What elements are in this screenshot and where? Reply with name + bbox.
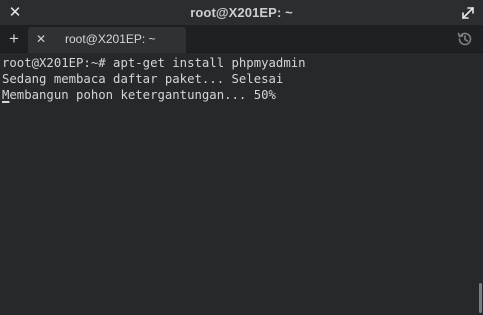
terminal-line: Membangun pohon ketergantungan... 50% bbox=[2, 88, 276, 102]
tab-bar: + ✕ root@X201EP: ~ bbox=[0, 25, 483, 53]
terminal-output[interactable]: root@X201EP:~# apt-get install phpmyadmi… bbox=[0, 54, 483, 315]
scrollbar[interactable] bbox=[477, 54, 483, 315]
window-title: root@X201EP: ~ bbox=[190, 5, 293, 20]
terminal-window: ✕ root@X201EP: ~ + ✕ root@X201EP: ~ root… bbox=[0, 0, 483, 315]
plus-icon[interactable]: + bbox=[0, 27, 28, 51]
title-bar: ✕ root@X201EP: ~ bbox=[0, 0, 483, 25]
terminal-line: Sedang membaca daftar paket... Selesai bbox=[2, 72, 284, 86]
terminal-line: root@X201EP:~# apt-get install phpmyadmi… bbox=[2, 56, 306, 70]
history-icon[interactable] bbox=[455, 29, 475, 49]
terminal-cursor: M bbox=[2, 88, 10, 102]
scrollbar-thumb[interactable] bbox=[479, 283, 482, 313]
maximize-icon[interactable] bbox=[459, 4, 477, 22]
tab-close-icon[interactable]: ✕ bbox=[34, 27, 48, 51]
tab-label: root@X201EP: ~ bbox=[65, 32, 156, 46]
tab-terminal[interactable]: ✕ root@X201EP: ~ bbox=[28, 27, 186, 53]
